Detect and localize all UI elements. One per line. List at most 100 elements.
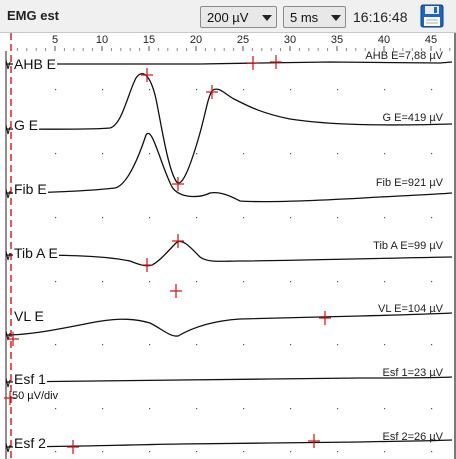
grid-dot [431, 408, 433, 410]
grid-dot [290, 451, 292, 453]
app-title: EMG est [7, 8, 60, 23]
grid-dot [243, 408, 245, 410]
grid-dot [384, 217, 386, 219]
grid-dot [55, 89, 57, 91]
trace-fib [5, 132, 453, 203]
grid-dot [149, 217, 151, 219]
grid-dot [290, 153, 292, 155]
grid-dot [149, 281, 151, 283]
grid-dot [196, 89, 198, 91]
channel-label-g: G E [13, 117, 40, 133]
chevron-down-icon [262, 15, 272, 21]
time-tick-label: 45 [424, 34, 438, 46]
grid-dot [55, 281, 57, 283]
channel-label-fib: Fib E [13, 181, 48, 197]
grid-dot [337, 153, 339, 155]
channel-value-esf2: Esf 2=26 µV [382, 431, 443, 443]
grid-dot [337, 281, 339, 283]
channel-value-esf1: Esf 1=23 µV [382, 367, 443, 379]
grid-dot [149, 89, 151, 91]
grid-dot [384, 451, 386, 453]
time-tick-label: 40 [377, 34, 391, 46]
scale-label: 50 µV/div [12, 390, 59, 402]
grid-dot [149, 344, 151, 346]
grid-dot [243, 89, 245, 91]
grid-dot [337, 344, 339, 346]
grid-dot [290, 344, 292, 346]
grid-dot [337, 89, 339, 91]
grid-dot [149, 451, 151, 453]
channel-label-esf1: Esf 1 [13, 371, 47, 387]
grid-dot [55, 344, 57, 346]
grid-dot [102, 217, 104, 219]
channel-value-vl: VL E=104 µV [378, 303, 443, 315]
sensitivity-value: 200 µV [207, 10, 249, 25]
emg-plot-area[interactable]: 5 10 15 20 25 30 35 40 45 AHB E G E Fib E Tib A … [0, 33, 456, 459]
grid-dot [431, 217, 433, 219]
grid-dot [102, 153, 104, 155]
grid-dot [196, 281, 198, 283]
grid-dot [102, 344, 104, 346]
grid-dot [102, 281, 104, 283]
grid-dot [431, 451, 433, 453]
grid-dot [290, 217, 292, 219]
channel-value-fib: Fib E=921 µV [375, 177, 443, 189]
grid-dot [290, 408, 292, 410]
sweep-dropdown[interactable]: 5 ms [283, 6, 346, 28]
channel-label-tib-a: Tib A E [13, 245, 59, 261]
grid-dot [55, 217, 57, 219]
clock-time: 16:16:48 [353, 9, 408, 25]
toolbar: EMG est 200 µV 5 ms 16:16:48 [0, 0, 456, 33]
grid-dot [337, 217, 339, 219]
grid-dot [431, 89, 433, 91]
grid-dot [384, 153, 386, 155]
grid-dot [243, 217, 245, 219]
channel-label-ahb: AHB E [13, 56, 58, 72]
grid-dot [102, 451, 104, 453]
floppy-disk-icon[interactable] [420, 4, 444, 28]
grid-dot [196, 451, 198, 453]
time-tick-label: 25 [236, 34, 250, 46]
grid-dot [149, 153, 151, 155]
grid-dot [243, 344, 245, 346]
grid-dot [431, 281, 433, 283]
channel-value-g: G E=419 µV [382, 112, 443, 124]
time-tick-label: 35 [330, 34, 344, 46]
chevron-down-icon [331, 15, 341, 21]
time-tick-label: 10 [95, 34, 109, 46]
grid-dot [196, 408, 198, 410]
grid-dot [431, 344, 433, 346]
grid-dot [149, 408, 151, 410]
grid-dot [196, 153, 198, 155]
grid-dot [55, 153, 57, 155]
grid-dot [102, 89, 104, 91]
grid-dot [290, 89, 292, 91]
sweep-value: 5 ms [290, 10, 319, 25]
grid-dot [337, 408, 339, 410]
grid-dot [384, 281, 386, 283]
grid-dot [384, 344, 386, 346]
grid-dot [384, 89, 386, 91]
grid-dot [55, 408, 57, 410]
channel-value-ahb: AHB E=7,88 µV [365, 50, 443, 62]
trace-vl [5, 312, 453, 337]
grid-dot [431, 153, 433, 155]
grid-dot [243, 281, 245, 283]
time-tick-label: 20 [189, 34, 203, 46]
grid-dot [290, 281, 292, 283]
grid-dot [196, 217, 198, 219]
grid-dot [102, 408, 104, 410]
channel-value-tib-a: Tib A E=99 µV [373, 240, 443, 252]
time-tick-label: 30 [283, 34, 297, 46]
grid-dot [384, 408, 386, 410]
time-tick-label: 5 [51, 34, 59, 46]
channel-label-esf2: Esf 2 [13, 435, 47, 451]
grid-dot [243, 451, 245, 453]
channel-label-vl: VL E [13, 308, 45, 324]
grid-dot [196, 344, 198, 346]
grid-dot [337, 451, 339, 453]
time-tick-label: 15 [142, 34, 156, 46]
grid-dot [55, 451, 57, 453]
grid-dot [243, 153, 245, 155]
sensitivity-dropdown[interactable]: 200 µV [200, 6, 277, 28]
